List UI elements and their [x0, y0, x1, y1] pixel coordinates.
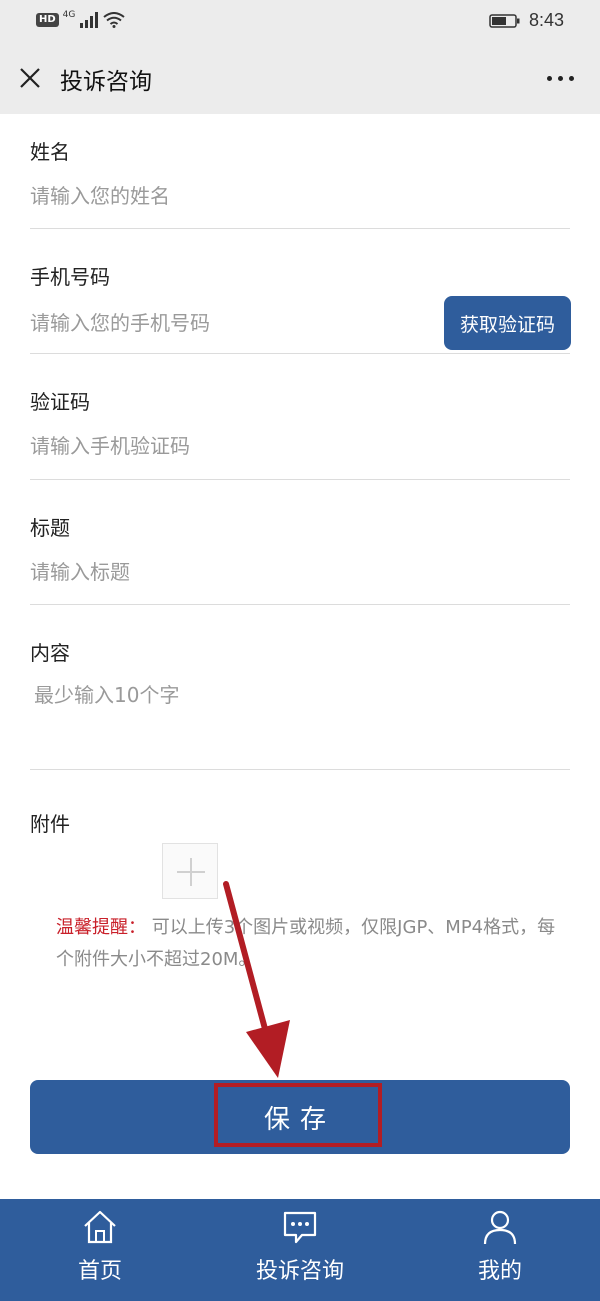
save-button[interactable]: 保存 — [30, 1080, 570, 1154]
add-attachment-button[interactable] — [162, 843, 218, 899]
nav-complaint[interactable]: 投诉咨询 — [200, 1199, 400, 1301]
subject-label: 标题 — [30, 516, 70, 540]
name-input[interactable] — [30, 184, 430, 208]
tip-prefix: 温馨提醒： — [56, 917, 146, 938]
status-bar: HD 4G 8:43 — [0, 0, 600, 42]
code-input[interactable] — [30, 434, 430, 458]
subject-input[interactable] — [30, 560, 430, 584]
subject-field: 标题 — [30, 480, 570, 605]
nav-home[interactable]: 首页 — [0, 1199, 200, 1301]
close-icon[interactable] — [18, 66, 42, 90]
name-label: 姓名 — [30, 140, 70, 164]
code-label: 验证码 — [30, 390, 90, 414]
get-code-button[interactable]: 获取验证码 — [444, 296, 571, 350]
hd-badge: HD — [36, 13, 59, 27]
more-options-icon[interactable] — [547, 76, 574, 81]
phone-label: 手机号码 — [30, 265, 110, 289]
save-label: 保存 — [263, 1104, 336, 1135]
user-icon — [483, 1210, 517, 1245]
wifi-icon — [103, 12, 125, 28]
chat-icon — [283, 1211, 317, 1244]
title-bar: 投诉咨询 — [0, 42, 600, 114]
nav-mine[interactable]: 我的 — [400, 1199, 600, 1301]
phone-input[interactable] — [30, 311, 410, 335]
network-label: 4G — [62, 10, 76, 20]
content-field: 内容 — [30, 605, 570, 770]
code-field: 验证码 — [30, 354, 570, 480]
status-time: 8:43 — [528, 10, 564, 30]
nav-complaint-label: 投诉咨询 — [255, 1259, 344, 1284]
status-right: 8:43 — [489, 10, 564, 31]
content-textarea[interactable] — [34, 679, 554, 759]
nav-mine-label: 我的 — [477, 1259, 522, 1284]
attachment-label: 附件 — [30, 812, 70, 836]
upload-tip: 温馨提醒： 可以上传3个图片或视频，仅限JGP、MP4格式，每个附件大小不超过2… — [56, 912, 556, 976]
home-icon — [84, 1210, 116, 1244]
status-left: HD 4G — [36, 10, 125, 28]
battery-icon — [489, 13, 520, 28]
content-label: 内容 — [30, 641, 70, 665]
signal-icon — [80, 12, 99, 28]
page-title: 投诉咨询 — [60, 69, 152, 95]
name-field: 姓名 — [30, 114, 570, 229]
nav-home-label: 首页 — [77, 1259, 122, 1284]
bottom-nav: 首页 投诉咨询 我的 — [0, 1199, 600, 1301]
